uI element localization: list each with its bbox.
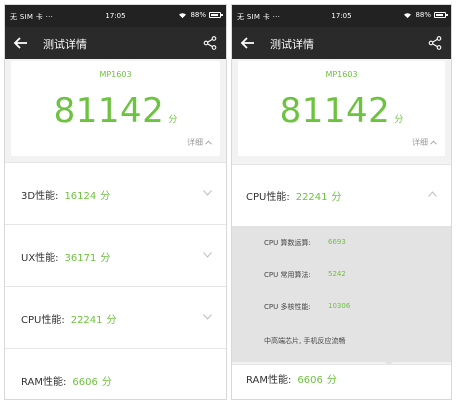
detail-label: 详细 [187, 138, 203, 147]
row-value: 6606 [72, 377, 98, 388]
row-cpu-performance[interactable]: CPU性能: 22241 分 [5, 286, 226, 348]
device-model: MP1603 [99, 70, 132, 79]
back-arrow-icon[interactable] [13, 35, 29, 51]
detail-toggle[interactable]: 详细 [187, 137, 212, 148]
row-unit: 分 [100, 191, 111, 202]
detail-label: 详细 [412, 138, 428, 147]
row-value: 22241 [295, 192, 328, 203]
row-unit: 分 [106, 315, 117, 326]
sub-value: 6693 [328, 238, 346, 246]
row-value: 16124 [64, 191, 97, 202]
cpu-sub-item: CPU 常用算法: 5242 [232, 258, 451, 290]
score-card: MP1603 81142 分 详细 [11, 61, 220, 156]
phone-screen-left: 无 SIM 卡 ··· 17:05 88% 测试详情 MP1603 81142 分… [4, 4, 227, 400]
page-title: 测试详情 [43, 38, 87, 51]
wifi-icon [179, 12, 187, 18]
total-score: 81142 [279, 91, 391, 131]
chevron-up-icon [430, 140, 437, 145]
detail-toggle[interactable]: 详细 [412, 137, 437, 148]
row-ram-performance[interactable]: RAM性能: 6606 分 [5, 348, 226, 399]
battery-icon [434, 12, 448, 18]
row-value: 6606 [297, 375, 323, 386]
row-label: RAM性能: [246, 375, 292, 386]
page-title: 测试详情 [270, 38, 314, 51]
row-unit: 分 [331, 192, 342, 203]
device-model: MP1603 [325, 70, 358, 79]
row-unit: 分 [100, 253, 111, 264]
row-value: 36171 [64, 253, 97, 264]
sub-value: 10306 [328, 302, 351, 310]
row-cpu-performance-expanded[interactable]: CPU性能: 22241 分 [232, 164, 451, 226]
total-score: 81142 [53, 91, 165, 131]
battery-percent: 88% [190, 11, 206, 19]
share-icon[interactable] [427, 35, 443, 51]
cpu-sub-item: CPU 算数运算: 6693 [232, 226, 451, 258]
back-arrow-icon[interactable] [240, 35, 256, 51]
row-ux-performance[interactable]: UX性能: 36171 分 [5, 224, 226, 286]
row-unit: 分 [101, 377, 112, 388]
score-unit: 分 [394, 115, 404, 125]
battery-percent: 88% [415, 11, 431, 19]
cpu-detail-panel: CPU 算数运算: 6693 CPU 常用算法: 5242 CPU 多核性能: … [232, 226, 451, 366]
row-label: 3D性能: [21, 191, 59, 202]
cpu-sub-item: CPU 多核性能: 10306 [232, 290, 451, 322]
sub-label: CPU 多核性能: [264, 303, 311, 311]
share-icon[interactable] [202, 35, 218, 51]
chevron-up-icon [205, 140, 212, 145]
row-label: CPU性能: [246, 192, 290, 203]
chevron-down-icon [203, 190, 212, 196]
sub-label: CPU 常用算法: [264, 271, 311, 279]
battery-icon [209, 12, 223, 18]
row-3d-performance[interactable]: 3D性能: 16124 分 [5, 162, 226, 224]
phone-screen-right: 无 SIM 卡 ··· 17:05 88% 测试详情 MP1603 81142 分… [231, 4, 452, 400]
title-bar: 测试详情 [5, 27, 226, 59]
sub-label: CPU 算数运算: [264, 239, 311, 247]
chevron-down-icon [203, 252, 212, 258]
row-ram-performance[interactable]: RAM性能: 6606 分 [232, 364, 451, 399]
row-label: RAM性能: [21, 377, 67, 388]
status-bar: 无 SIM 卡 ··· 17:05 88% [5, 5, 226, 27]
row-unit: 分 [326, 375, 337, 386]
status-bar: 无 SIM 卡 ··· 17:05 88% [232, 5, 451, 27]
chevron-down-icon [203, 314, 212, 320]
wifi-icon [404, 12, 412, 18]
score-card: MP1603 81142 分 详细 [238, 61, 445, 156]
chevron-up-icon [428, 191, 437, 197]
row-label: CPU性能: [21, 315, 65, 326]
sub-value: 5242 [328, 270, 346, 278]
cpu-description: 中高端芯片, 手机反应流畅 [264, 337, 346, 345]
score-unit: 分 [168, 115, 178, 125]
title-bar: 测试详情 [232, 27, 451, 59]
row-label: UX性能: [21, 253, 59, 264]
row-value: 22241 [70, 315, 103, 326]
